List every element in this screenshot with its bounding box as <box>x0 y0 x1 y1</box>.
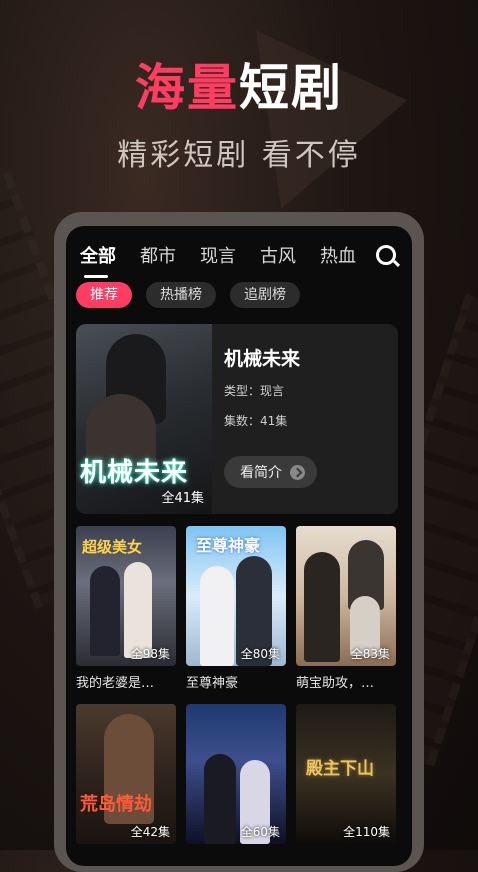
featured-title: 机械未来 <box>224 348 301 370</box>
drama-card[interactable]: 全83集 萌宝助攻，… <box>296 526 396 691</box>
featured-type: 类型：现言 <box>224 384 285 398</box>
episode-count: 全83集 <box>350 647 390 661</box>
tab-action[interactable]: 热血 <box>320 242 356 268</box>
poster-figure <box>204 754 236 844</box>
featured-poster[interactable]: 机械未来 全41集 <box>76 324 212 514</box>
category-tabs: 全部 都市 现言 古风 热血 <box>80 240 398 278</box>
poster-title-text: 超级美女 <box>82 538 143 556</box>
poster-figure <box>304 552 340 662</box>
poster-figure <box>90 566 120 656</box>
drama-card[interactable]: 全60集 <box>186 704 286 844</box>
featured-poster-title: 机械未来 <box>80 458 189 488</box>
episode-count: 全98集 <box>130 647 170 661</box>
view-intro-label: 看简介 <box>240 465 282 481</box>
drama-title: 我的老婆是… <box>76 676 155 691</box>
drama-poster[interactable]: 荒岛情劫 全42集 <box>76 704 176 844</box>
headline-rest: 短剧 <box>239 59 343 117</box>
tab-all[interactable]: 全部 <box>80 242 116 278</box>
drama-poster[interactable]: 殿主下山 全110集 <box>296 704 396 844</box>
promo-headline: 海量短剧 <box>0 48 478 120</box>
filter-chips: 推荐 热播榜 追剧榜 <box>76 282 314 308</box>
episode-count: 全110集 <box>343 825 390 839</box>
promo-subheadline: 精彩短剧 看不停 <box>117 138 361 173</box>
phone-frame: 全部 都市 现言 古风 热血 推荐 热播榜 追剧榜 机械未来 全41集 机械未来… <box>54 212 424 872</box>
tab-ancient[interactable]: 古风 <box>260 242 296 268</box>
tab-city[interactable]: 都市 <box>140 242 176 268</box>
poster-figure <box>124 562 152 658</box>
drama-poster[interactable]: 全60集 <box>186 704 286 844</box>
poster-title-text: 荒岛情劫 <box>80 794 152 815</box>
poster-figure <box>200 566 234 666</box>
drama-poster[interactable]: 全83集 <box>296 526 396 666</box>
episode-count: 全60集 <box>240 825 280 839</box>
drama-card[interactable]: 殿主下山 全110集 <box>296 704 396 844</box>
drama-title: 萌宝助攻，… <box>296 676 375 691</box>
chip-hot-ranking[interactable]: 热播榜 <box>146 282 216 308</box>
drama-poster[interactable]: 至尊神豪 全80集 <box>186 526 286 666</box>
drama-poster[interactable]: 超级美女 全98集 <box>76 526 176 666</box>
tab-modern-romance[interactable]: 现言 <box>200 242 236 268</box>
poster-title-text: 至尊神豪 <box>196 536 261 555</box>
featured-info: 机械未来 类型：现言 集数：41集 看简介 <box>224 324 398 514</box>
headline-highlight: 海量 <box>135 59 239 117</box>
drama-card[interactable]: 荒岛情劫 全42集 <box>76 704 176 844</box>
app-screen: 全部 都市 现言 古风 热血 推荐 热播榜 追剧榜 机械未来 全41集 机械未来… <box>66 226 412 866</box>
featured-episode-count: 全41集 <box>161 491 204 506</box>
drama-card[interactable]: 至尊神豪 全80集 至尊神豪 <box>186 526 286 691</box>
drama-title: 至尊神豪 <box>186 676 239 691</box>
chip-following-ranking[interactable]: 追剧榜 <box>230 282 300 308</box>
poster-title-text: 殿主下山 <box>306 759 374 779</box>
episode-count: 全42集 <box>130 825 170 839</box>
drama-card[interactable]: 超级美女 全98集 我的老婆是… <box>76 526 176 691</box>
search-icon[interactable] <box>376 245 396 265</box>
chevron-right-icon <box>290 464 305 480</box>
view-intro-button[interactable]: 看简介 <box>224 456 317 488</box>
featured-episodes: 集数：41集 <box>224 414 288 428</box>
featured-drama-card[interactable]: 机械未来 全41集 机械未来 类型：现言 集数：41集 看简介 <box>76 324 398 514</box>
episode-count: 全80集 <box>240 647 280 661</box>
chip-recommended[interactable]: 推荐 <box>76 282 132 308</box>
